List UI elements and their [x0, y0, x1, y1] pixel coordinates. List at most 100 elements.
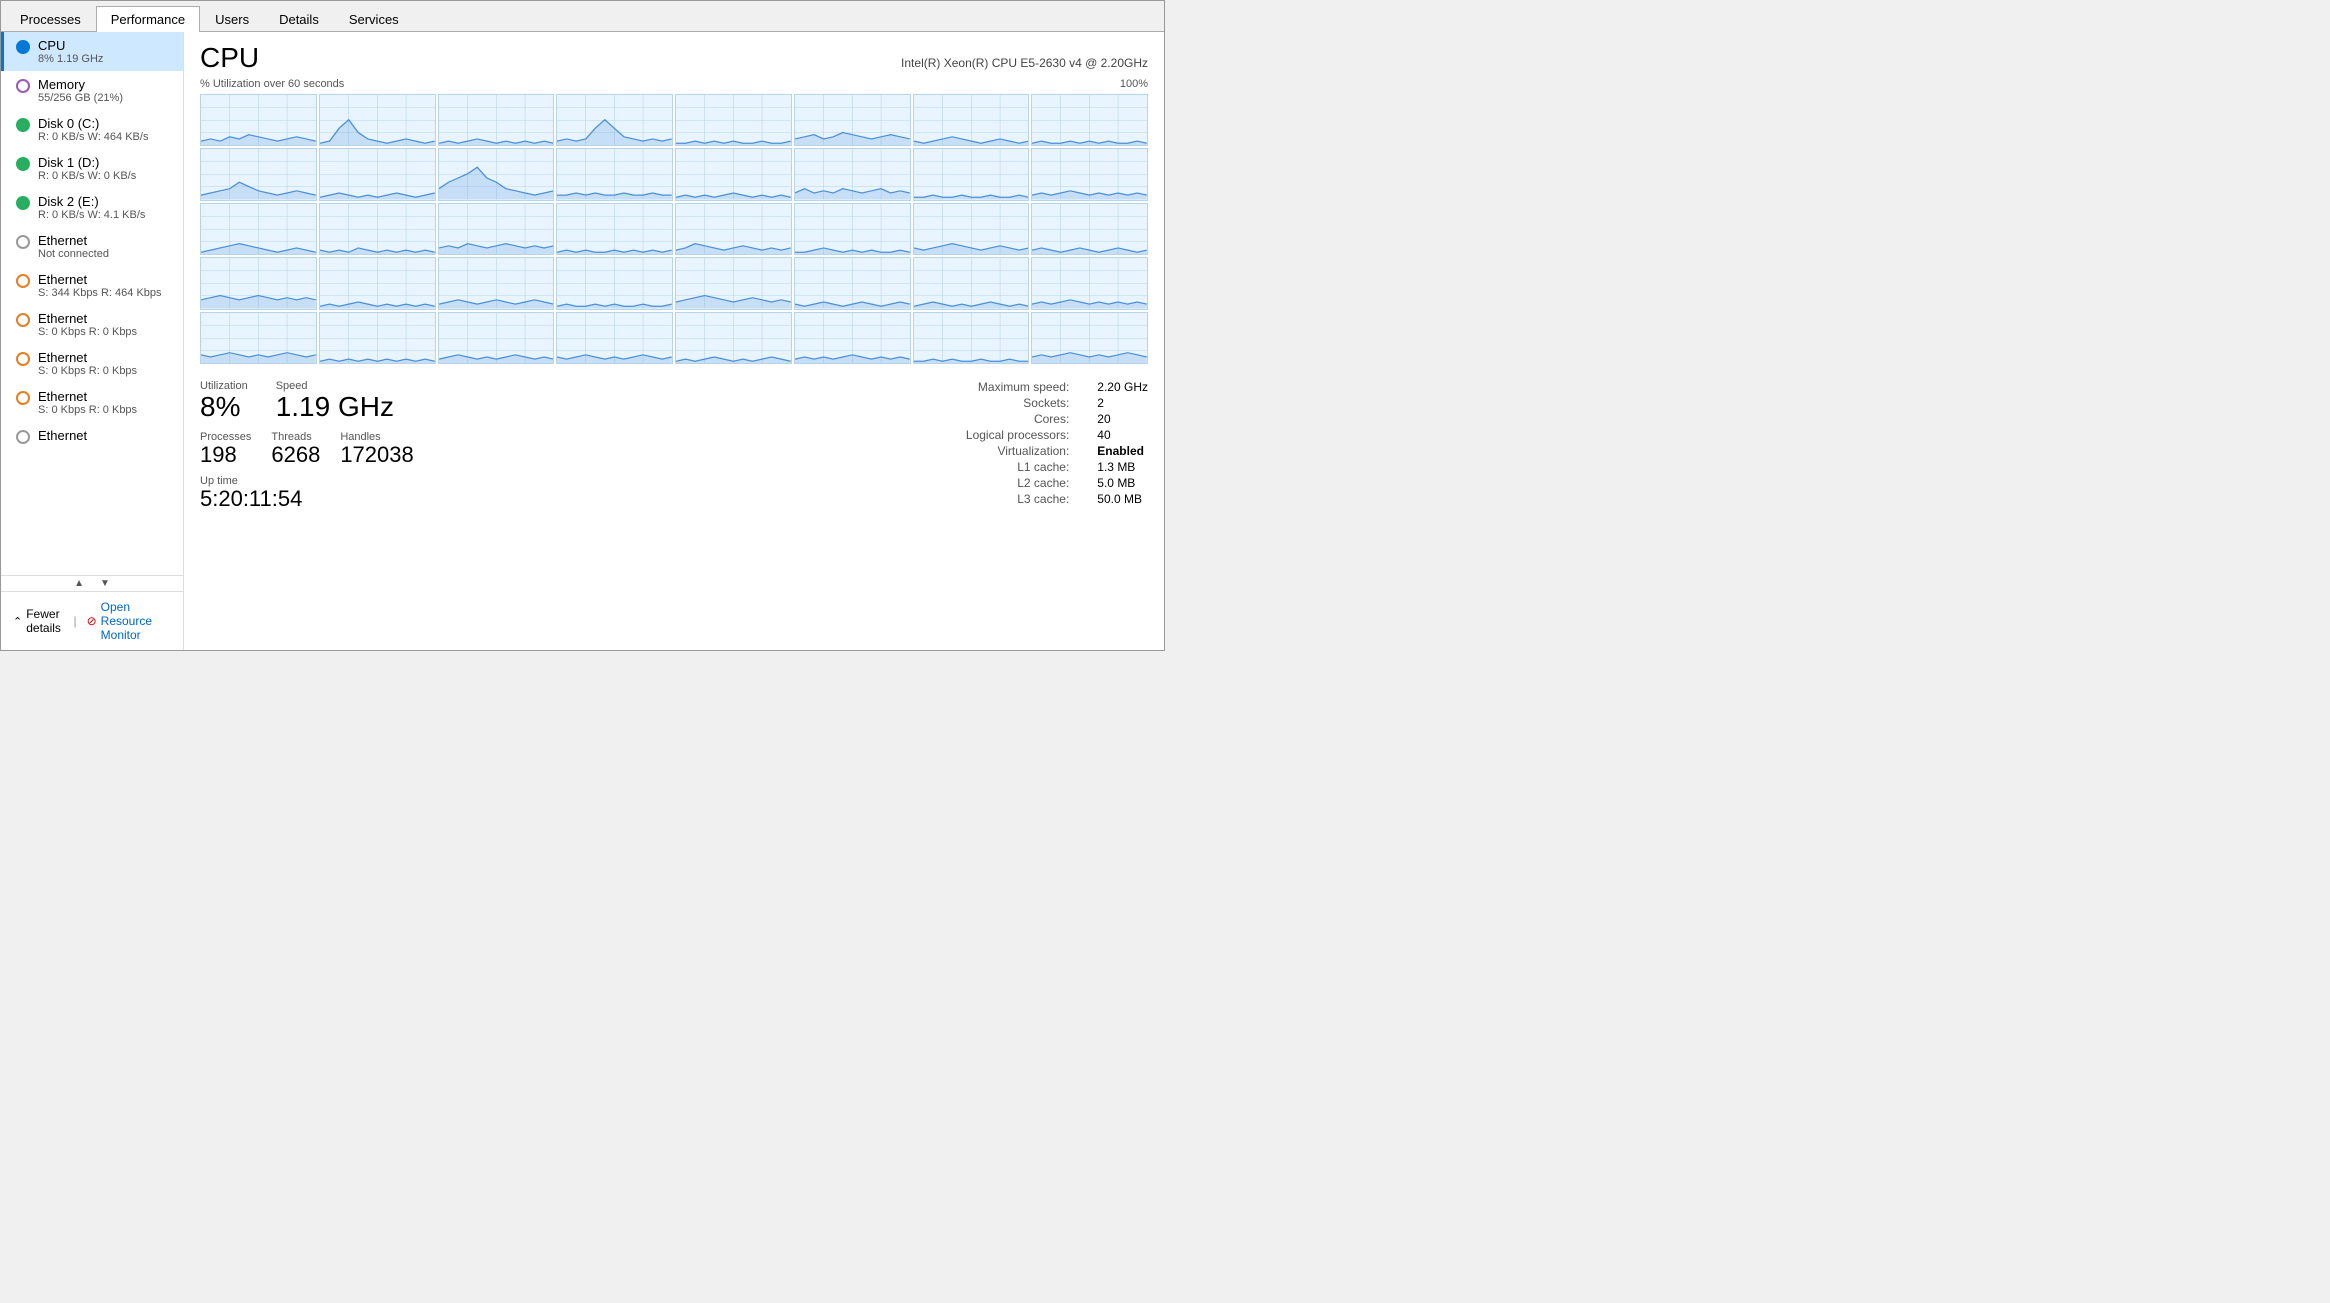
sidebar-ethernet3-name: Ethernet	[38, 350, 137, 365]
detail-label: Virtualization:	[966, 444, 1077, 458]
uptime-stat-value: 5:20:11:54	[200, 487, 520, 511]
sidebar-item-cpu[interactable]: CPU 8% 1.19 GHz	[1, 32, 183, 71]
speed-stat-value: 1.19 GHz	[276, 392, 394, 423]
utilization-stat-value: 8%	[200, 392, 248, 423]
cpu-model: Intel(R) Xeon(R) CPU E5-2630 v4 @ 2.20GH…	[901, 56, 1148, 70]
cpu-chart-11	[556, 148, 673, 200]
detail-label: Logical processors:	[966, 428, 1077, 442]
cpu-chart-18	[438, 203, 555, 255]
detail-label: Sockets:	[966, 396, 1077, 410]
cpu-chart-1	[319, 94, 436, 146]
cpu-chart-31	[1031, 257, 1148, 309]
detail-value: 50.0 MB	[1097, 492, 1148, 506]
cpu-chart-13	[794, 148, 911, 200]
ethernet5-icon	[16, 430, 30, 444]
cpu-chart-3	[556, 94, 673, 146]
processes-stat-value: 198	[200, 443, 251, 467]
detail-value: Enabled	[1097, 444, 1148, 458]
cpu-charts-grid	[200, 94, 1148, 364]
scroll-down-btn[interactable]: ▼	[100, 578, 110, 589]
cpu-chart-0	[200, 94, 317, 146]
speed-stat: Speed 1.19 GHz	[276, 380, 394, 423]
sidebar-ethernet4-name: Ethernet	[38, 389, 137, 404]
cpu-chart-8	[200, 148, 317, 200]
cpu-chart-17	[319, 203, 436, 255]
cpu-title: CPU	[200, 42, 259, 74]
open-resource-monitor-label: Open Resource Monitor	[101, 600, 171, 642]
cpu-chart-19	[556, 203, 673, 255]
cpu-chart-28	[675, 257, 792, 309]
handles-stat-label: Handles	[340, 431, 413, 443]
cpu-chart-7	[1031, 94, 1148, 146]
cpu-chart-25	[319, 257, 436, 309]
threads-stat-value: 6268	[271, 443, 320, 467]
detail-label: Cores:	[966, 412, 1077, 426]
uptime-stat: Up time 5:20:11:54	[200, 475, 520, 511]
memory-icon	[16, 79, 30, 93]
sidebar-disk2-name: Disk 2 (E:)	[38, 194, 145, 209]
cpu-chart-34	[438, 312, 555, 364]
cpu-chart-15	[1031, 148, 1148, 200]
cpu-chart-24	[200, 257, 317, 309]
sidebar-item-ethernet5[interactable]: Ethernet	[1, 422, 183, 450]
sidebar-item-ethernet1[interactable]: Ethernet S: 344 Kbps R: 464 Kbps	[1, 266, 183, 305]
cpu-chart-9	[319, 148, 436, 200]
tab-services[interactable]: Services	[334, 6, 414, 32]
sidebar-scroll[interactable]: CPU 8% 1.19 GHz Memory 55/256 GB (21%)	[1, 32, 183, 575]
processes-stat: Processes 198	[200, 431, 251, 467]
threads-stat-label: Threads	[271, 431, 320, 443]
tab-users[interactable]: Users	[200, 6, 264, 32]
detail-label: L3 cache:	[966, 492, 1077, 506]
cpu-chart-6	[913, 94, 1030, 146]
sidebar-ethernet4-sub: S: 0 Kbps R: 0 Kbps	[38, 404, 137, 416]
fewer-details-button[interactable]: ⌃ Fewer details	[13, 607, 63, 635]
detail-value: 5.0 MB	[1097, 476, 1148, 490]
cpu-chart-27	[556, 257, 673, 309]
cpu-chart-33	[319, 312, 436, 364]
cpu-chart-37	[794, 312, 911, 364]
detail-value: 40	[1097, 428, 1148, 442]
main-cpu-panel: CPU Intel(R) Xeon(R) CPU E5-2630 v4 @ 2.…	[184, 32, 1164, 650]
ethernet4-icon	[16, 391, 30, 405]
sidebar-disk1-name: Disk 1 (D:)	[38, 155, 136, 170]
sidebar-item-ethernet2[interactable]: Ethernet S: 0 Kbps R: 0 Kbps	[1, 305, 183, 344]
tab-details[interactable]: Details	[264, 6, 334, 32]
cpu-chart-36	[675, 312, 792, 364]
handles-stat-value: 172038	[340, 443, 413, 467]
sidebar-item-ethernet4[interactable]: Ethernet S: 0 Kbps R: 0 Kbps	[1, 383, 183, 422]
tab-bar: Processes Performance Users Details Serv…	[1, 1, 1164, 32]
sidebar-item-ethernet3[interactable]: Ethernet S: 0 Kbps R: 0 Kbps	[1, 344, 183, 383]
disk1-icon	[16, 157, 30, 171]
chart-max-label: 100%	[1120, 78, 1148, 90]
cpu-chart-14	[913, 148, 1030, 200]
sidebar-ethernet1-name: Ethernet	[38, 272, 162, 287]
tab-performance[interactable]: Performance	[96, 6, 200, 32]
sidebar-item-ethernet0[interactable]: Ethernet Not connected	[1, 227, 183, 266]
left-stats: Utilization 8% Speed 1.19 GHz Processes …	[200, 380, 520, 511]
sidebar-item-disk2[interactable]: Disk 2 (E:) R: 0 KB/s W: 4.1 KB/s	[1, 188, 183, 227]
cpu-chart-16	[200, 203, 317, 255]
sidebar-item-disk1[interactable]: Disk 1 (D:) R: 0 KB/s W: 0 KB/s	[1, 149, 183, 188]
cpu-chart-10	[438, 148, 555, 200]
cpu-chart-29	[794, 257, 911, 309]
sidebar-cpu-sub: 8% 1.19 GHz	[38, 53, 103, 65]
disk0-icon	[16, 118, 30, 132]
tab-processes[interactable]: Processes	[5, 6, 96, 32]
ethernet1-icon	[16, 274, 30, 288]
sidebar-ethernet0-name: Ethernet	[38, 233, 109, 248]
cpu-chart-5	[794, 94, 911, 146]
cpu-chart-38	[913, 312, 1030, 364]
cpu-chart-35	[556, 312, 673, 364]
sidebar-disk0-name: Disk 0 (C:)	[38, 116, 148, 131]
disk2-icon	[16, 196, 30, 210]
sidebar-item-memory[interactable]: Memory 55/256 GB (21%)	[1, 71, 183, 110]
open-resource-monitor-button[interactable]: ⊘ Open Resource Monitor	[87, 600, 171, 642]
sidebar-ethernet5-name: Ethernet	[38, 428, 87, 443]
sidebar-ethernet1-sub: S: 344 Kbps R: 464 Kbps	[38, 287, 162, 299]
sidebar-cpu-name: CPU	[38, 38, 103, 53]
sidebar-memory-name: Memory	[38, 77, 123, 92]
scroll-up-btn[interactable]: ▲	[74, 578, 84, 589]
fewer-details-label: Fewer details	[26, 607, 63, 635]
sidebar-item-disk0[interactable]: Disk 0 (C:) R: 0 KB/s W: 464 KB/s	[1, 110, 183, 149]
process-thread-handle-row: Processes 198 Threads 6268 Handles 17203…	[200, 431, 520, 467]
